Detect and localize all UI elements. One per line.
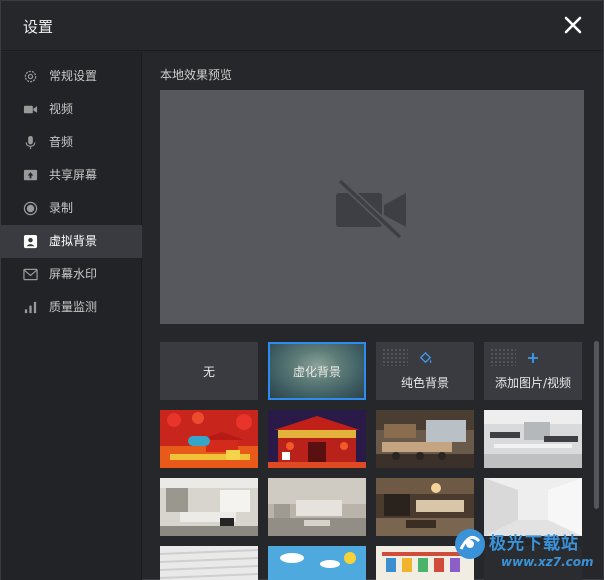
option-label: 无 [202,365,215,379]
sidebar-item-general[interactable]: 常规设置 [1,60,142,93]
window-title: 设置 [23,18,54,36]
settings-window: 设置 常规设置 视频 音频 共享屏幕 录制 虚拟背景 屏幕水印 质量监测 本地效… [0,0,604,580]
dots-decoration [490,348,516,366]
title-bar: 设置 [1,1,603,51]
preview-title: 本地效果预览 [160,68,233,82]
thumbnail-sky-cartoon[interactable] [268,546,366,580]
sidebar-item-label: 共享屏幕 [49,168,98,182]
option-label: 虚化背景 [292,365,341,379]
thumbnail-spring-festival-gate[interactable] [268,410,366,468]
microphone-icon [23,135,38,150]
thumbnail-living-room-white[interactable] [160,478,258,536]
video-off-icon [336,178,406,240]
share-screen-icon [23,168,38,183]
sidebar-item-quality-monitor[interactable]: 质量监测 [1,291,142,324]
thumbnail-office-desks[interactable] [484,410,582,468]
sidebar-item-label: 常规设置 [49,69,98,83]
plus-icon [528,353,538,363]
option-add-image-video[interactable]: 添加图片/视频 [484,342,582,400]
sidebar-item-label: 虚拟背景 [49,234,98,248]
thumbnail-white-room[interactable] [484,478,582,536]
sidebar: 常规设置 视频 音频 共享屏幕 录制 虚拟背景 屏幕水印 质量监测 [1,52,142,580]
thumbnail-living-room-sofa[interactable] [268,478,366,536]
option-solid-color[interactable]: 纯色背景 [376,342,474,400]
thumbnail-kids-room[interactable] [376,546,474,580]
scrollbar[interactable] [594,341,599,509]
sidebar-item-video[interactable]: 视频 [1,93,142,126]
sidebar-item-share-screen[interactable]: 共享屏幕 [1,159,142,192]
video-camera-icon [23,102,38,117]
sidebar-item-label: 质量监测 [49,300,98,314]
signal-bars-icon [23,300,38,315]
local-preview [160,90,584,324]
thumbnail-living-room-warm[interactable] [376,478,474,536]
close-button[interactable] [559,11,587,39]
option-label: 纯色背景 [400,376,449,390]
screen-watermark-icon [23,267,38,282]
gear-icon [23,69,38,84]
dots-decoration [382,348,408,366]
sidebar-item-screen-watermark[interactable]: 屏幕水印 [1,258,142,291]
thumbnail-blank[interactable] [484,546,582,580]
sidebar-item-label: 屏幕水印 [49,267,98,281]
close-icon [564,16,582,34]
virtual-background-icon [23,234,38,249]
thumbnail-office-room[interactable] [376,410,474,468]
record-icon [23,201,38,216]
sidebar-item-record[interactable]: 录制 [1,192,142,225]
paint-bucket-icon [419,351,432,364]
sidebar-item-label: 录制 [49,201,74,215]
sidebar-item-audio[interactable]: 音频 [1,126,142,159]
sidebar-item-label: 音频 [49,135,74,149]
sidebar-item-label: 视频 [49,102,74,116]
main-content: 本地效果预览 无 虚化背景 纯色背景 添加图片/视频 [143,52,603,580]
sidebar-item-virtual-background[interactable]: 虚拟背景 [1,225,142,258]
thumbnail-white-ceiling[interactable] [160,546,258,580]
option-label: 添加图片/视频 [494,376,572,390]
option-blur-background[interactable]: 虚化背景 [268,342,366,400]
thumbnail-spring-festival-lanterns[interactable] [160,410,258,468]
option-none[interactable]: 无 [160,342,258,400]
